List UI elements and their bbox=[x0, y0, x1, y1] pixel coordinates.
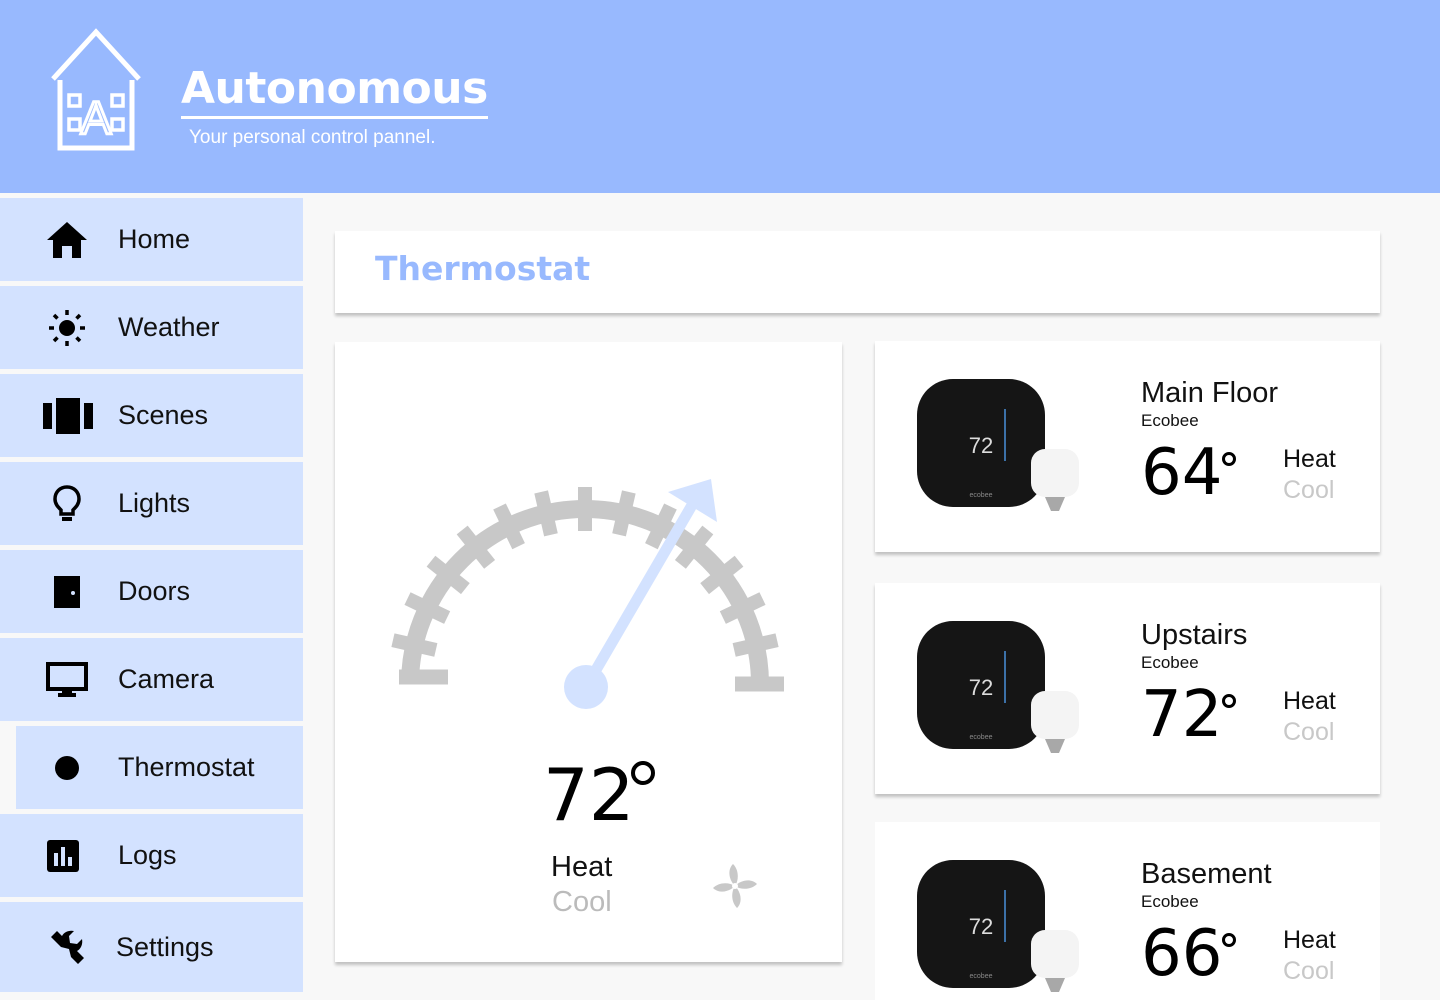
nav-label-thermostat: Thermostat bbox=[118, 752, 255, 782]
zone-card-main-floor[interactable]: 72 ecobee Main Floor Ecobee 64 Heat Cool bbox=[875, 341, 1380, 552]
zone-card-upstairs[interactable]: 72 ecobee Upstairs Ecobee 72 Heat Cool bbox=[875, 583, 1380, 794]
zone-card-basement[interactable]: 72 ecobee Basement Ecobee 66 Heat Cool bbox=[875, 822, 1380, 1000]
degree-symbol bbox=[631, 761, 655, 785]
zone-brand: Ecobee bbox=[1141, 892, 1199, 911]
cool-mode-button[interactable]: Cool bbox=[552, 886, 612, 919]
nav-label-settings: Settings bbox=[116, 931, 214, 962]
nav-label-weather: Weather bbox=[118, 312, 220, 342]
app-subtitle: Your personal control pannel. bbox=[189, 127, 436, 148]
thermostat-device-image: 72 ecobee bbox=[917, 621, 1079, 753]
gauge-tick bbox=[493, 503, 525, 550]
zone-temperature: 66 bbox=[1141, 917, 1223, 991]
degree-symbol bbox=[1222, 452, 1236, 466]
zone-heat-button[interactable]: Heat bbox=[1283, 926, 1336, 955]
fan-icon[interactable] bbox=[711, 862, 759, 910]
heat-mode-button[interactable]: Heat bbox=[551, 851, 612, 884]
home-icon bbox=[44, 217, 90, 263]
device-display: 72 bbox=[969, 675, 993, 700]
nav-item-camera[interactable]: Camera bbox=[0, 638, 303, 721]
zone-cool-button[interactable]: Cool bbox=[1283, 957, 1334, 986]
monitor-icon bbox=[44, 657, 90, 703]
header: A Autonomous Your personal control panne… bbox=[0, 0, 1440, 193]
nav-label-logs: Logs bbox=[118, 840, 177, 870]
zone-name: Basement bbox=[1141, 858, 1272, 890]
zone-brand: Ecobee bbox=[1141, 411, 1199, 430]
nav-item-lights[interactable]: Lights bbox=[0, 462, 303, 545]
page-title: Thermostat bbox=[375, 249, 591, 288]
wrench-icon bbox=[44, 924, 90, 970]
nav-label-home: Home bbox=[118, 224, 191, 254]
gauge-arc bbox=[391, 487, 784, 692]
app-title: Autonomous bbox=[181, 64, 488, 119]
zone-cool-button[interactable]: Cool bbox=[1283, 476, 1334, 505]
degree-symbol bbox=[1222, 933, 1236, 947]
zone-name: Upstairs bbox=[1141, 619, 1248, 651]
device-brand-label: ecobee bbox=[970, 734, 993, 741]
gauge-tick bbox=[404, 592, 451, 624]
gauge-tick bbox=[612, 490, 636, 537]
gauge-tick bbox=[719, 592, 766, 624]
gauge-tick bbox=[391, 633, 438, 657]
nav-item-settings[interactable]: Settings bbox=[0, 902, 303, 992]
device-display: 72 bbox=[969, 914, 993, 939]
current-temperature: 72 bbox=[543, 753, 635, 837]
zone-heat-button[interactable]: Heat bbox=[1283, 687, 1336, 716]
nav-label-lights: Lights bbox=[118, 488, 191, 518]
zone-temperature: 64 bbox=[1141, 436, 1223, 510]
nav-label-camera: Camera bbox=[118, 664, 215, 694]
logo-letter: A bbox=[81, 92, 112, 144]
chart-icon bbox=[40, 833, 86, 879]
nav-item-scenes[interactable]: Scenes bbox=[0, 374, 303, 457]
nav-item-doors[interactable]: Doors bbox=[0, 550, 303, 633]
door-icon bbox=[44, 569, 90, 615]
nav-item-logs[interactable]: Logs bbox=[0, 814, 303, 897]
gauge-tick bbox=[534, 490, 558, 537]
zone-cool-button[interactable]: Cool bbox=[1283, 718, 1334, 747]
circle-icon bbox=[44, 745, 90, 791]
device-display: 72 bbox=[969, 433, 993, 458]
device-brand-label: ecobee bbox=[970, 973, 993, 980]
lightbulb-icon bbox=[44, 481, 90, 527]
thermostat-device-image: 72 ecobee bbox=[917, 860, 1079, 992]
degree-symbol bbox=[1222, 694, 1236, 708]
nav-item-home[interactable]: Home bbox=[0, 198, 303, 281]
main-thermostat-card: 72 Heat Cool bbox=[335, 342, 842, 962]
page-title-bar: Thermostat bbox=[335, 231, 1380, 313]
nav-item-thermostat[interactable]: Thermostat bbox=[16, 726, 303, 809]
zone-brand: Ecobee bbox=[1141, 653, 1199, 672]
nav-label-doors: Doors bbox=[118, 576, 191, 606]
zone-name: Main Floor bbox=[1141, 377, 1278, 409]
sun-icon bbox=[44, 305, 90, 351]
zone-heat-button[interactable]: Heat bbox=[1283, 445, 1336, 474]
gauge-tick bbox=[732, 633, 779, 657]
thermostat-device-image: 72 ecobee bbox=[917, 379, 1079, 511]
device-brand-label: ecobee bbox=[970, 492, 993, 499]
zone-temperature: 72 bbox=[1141, 678, 1223, 752]
nav-label-scenes: Scenes bbox=[118, 400, 209, 430]
nav-item-weather[interactable]: Weather bbox=[0, 286, 303, 369]
house-logo-icon: A bbox=[51, 28, 141, 151]
scenes-icon bbox=[43, 393, 93, 439]
